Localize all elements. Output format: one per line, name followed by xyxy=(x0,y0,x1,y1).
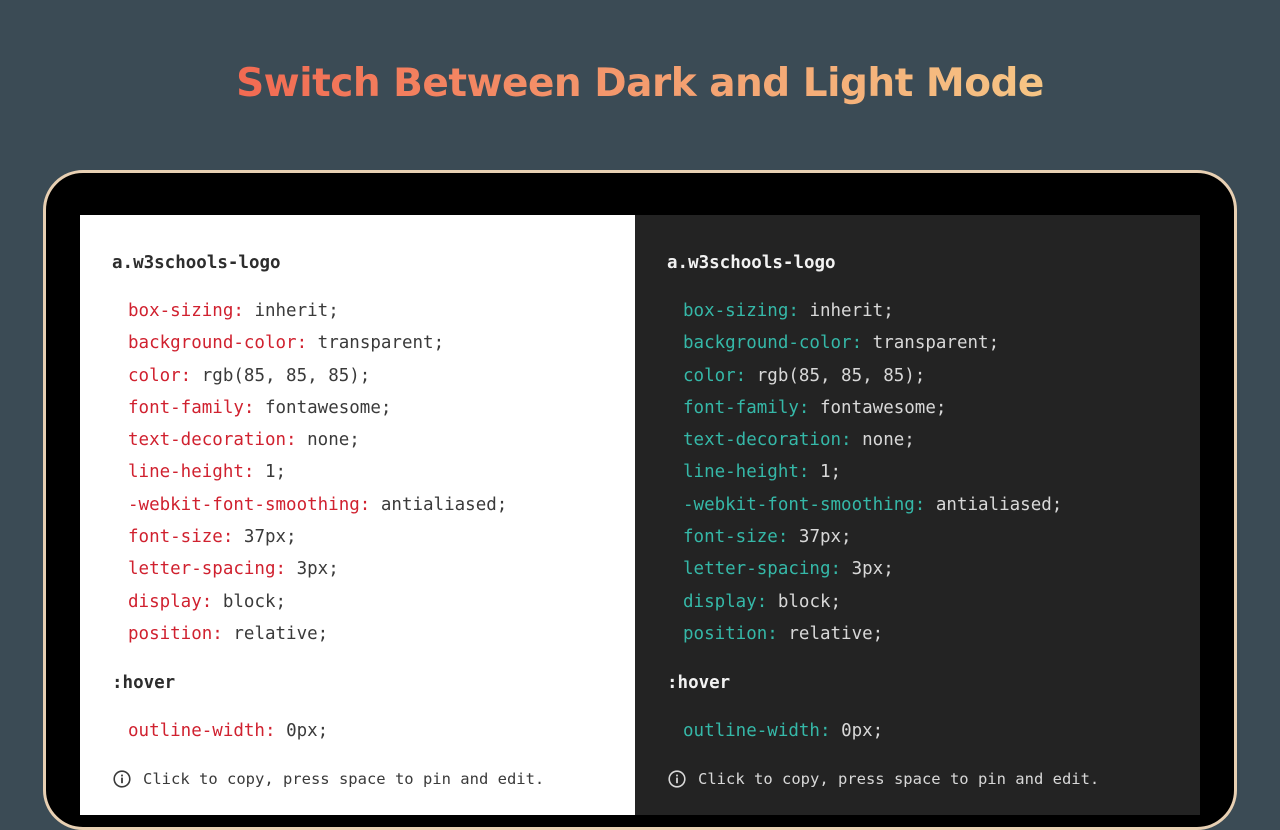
declaration-row[interactable]: line-height: 1; xyxy=(128,460,507,492)
info-circle-icon xyxy=(668,770,686,788)
property-name: background-color: xyxy=(683,333,863,354)
property-value: fontawesome; xyxy=(819,397,947,418)
property-value: rgb(85, 85, 85); xyxy=(201,365,371,386)
property-name: color: xyxy=(683,365,747,386)
property-value: inherit; xyxy=(809,301,894,321)
property-value: relative; xyxy=(233,623,329,644)
property-value: 1; xyxy=(264,462,287,483)
property-value: transparent; xyxy=(317,333,445,354)
declaration-row[interactable]: position: relative; xyxy=(128,622,507,654)
headline-text: Switch Between Dark and Light Mode xyxy=(236,61,1044,106)
property-name: text-decoration: xyxy=(683,430,852,451)
property-name: box-sizing: xyxy=(128,301,244,321)
property-value: transparent; xyxy=(872,333,1000,354)
property-name: font-size: xyxy=(128,527,234,548)
selector-title[interactable]: a.w3schools-logo xyxy=(112,251,281,275)
property-name: outline-width: xyxy=(128,721,276,741)
copy-hint-text: Click to copy, press space to pin and ed… xyxy=(698,770,1100,788)
property-name: letter-spacing: xyxy=(128,559,287,580)
declaration-list: box-sizing: inherit; background-color: t… xyxy=(683,299,1062,654)
dark-mode-panel: a.w3schools-logo box-sizing: inherit; ba… xyxy=(635,215,1200,815)
property-name: color: xyxy=(128,365,192,386)
property-value: antialiased; xyxy=(380,494,508,515)
property-name: letter-spacing: xyxy=(683,559,842,580)
declaration-row[interactable]: position: relative; xyxy=(683,622,1062,654)
declaration-row[interactable]: font-family: fontawesome; xyxy=(683,396,1062,428)
property-name: line-height: xyxy=(128,462,255,483)
hover-selector-title[interactable]: :hover xyxy=(667,671,730,695)
declaration-row[interactable]: text-decoration: none; xyxy=(128,428,507,460)
property-name: -webkit-font-smoothing: xyxy=(683,494,926,515)
property-value: 3px; xyxy=(296,559,339,580)
property-value: none; xyxy=(307,430,360,451)
declaration-row[interactable]: background-color: transparent; xyxy=(683,331,1062,363)
property-value: 37px; xyxy=(798,527,852,548)
property-name: position: xyxy=(683,623,778,644)
property-value: block; xyxy=(777,591,842,612)
property-value: 0px; xyxy=(286,721,329,741)
copy-hint-text: Click to copy, press space to pin and ed… xyxy=(143,770,545,788)
property-name: background-color: xyxy=(128,333,308,354)
selector-title[interactable]: a.w3schools-logo xyxy=(667,251,836,275)
hover-declaration-list: outline-width: 0px; xyxy=(128,719,328,743)
property-value: 1; xyxy=(819,462,842,483)
property-name: -webkit-font-smoothing: xyxy=(128,494,371,515)
declaration-row[interactable]: box-sizing: inherit; xyxy=(128,299,507,331)
property-value: 37px; xyxy=(243,527,297,548)
copy-hint: Click to copy, press space to pin and ed… xyxy=(668,768,1099,790)
declaration-row[interactable]: font-family: fontawesome; xyxy=(128,396,507,428)
property-value: rgb(85, 85, 85); xyxy=(756,365,926,386)
property-value: inherit; xyxy=(254,301,339,321)
property-value: relative; xyxy=(788,623,884,644)
hover-selector-title[interactable]: :hover xyxy=(112,671,175,695)
declaration-row[interactable]: letter-spacing: 3px; xyxy=(128,557,507,589)
declaration-row[interactable]: color: rgb(85, 85, 85); xyxy=(128,364,507,396)
declaration-row[interactable]: outline-width: 0px; xyxy=(128,719,328,743)
declaration-list: box-sizing: inherit; background-color: t… xyxy=(128,299,507,654)
property-name: font-family: xyxy=(128,397,255,418)
property-name: font-family: xyxy=(683,397,810,418)
property-name: font-size: xyxy=(683,527,789,548)
declaration-row[interactable]: display: block; xyxy=(683,590,1062,622)
declaration-row[interactable]: font-size: 37px; xyxy=(128,525,507,557)
property-value: 3px; xyxy=(851,559,894,580)
declaration-row[interactable]: text-decoration: none; xyxy=(683,428,1062,460)
property-value: block; xyxy=(222,591,287,612)
declaration-row[interactable]: display: block; xyxy=(128,590,507,622)
light-mode-panel: a.w3schools-logo box-sizing: inherit; ba… xyxy=(80,215,635,815)
property-name: outline-width: xyxy=(683,721,831,741)
property-name: text-decoration: xyxy=(128,430,297,451)
property-value: 0px; xyxy=(841,721,884,741)
property-name: display: xyxy=(128,591,213,612)
declaration-row[interactable]: line-height: 1; xyxy=(683,460,1062,492)
declaration-row[interactable]: outline-width: 0px; xyxy=(683,719,883,743)
declaration-row[interactable]: box-sizing: inherit; xyxy=(683,299,1062,331)
info-circle-icon xyxy=(113,770,131,788)
declaration-row[interactable]: -webkit-font-smoothing: antialiased; xyxy=(128,493,507,525)
copy-hint: Click to copy, press space to pin and ed… xyxy=(113,768,544,790)
property-name: line-height: xyxy=(683,462,810,483)
property-name: position: xyxy=(128,623,223,644)
declaration-row[interactable]: color: rgb(85, 85, 85); xyxy=(683,364,1062,396)
property-name: box-sizing: xyxy=(683,301,799,321)
declaration-row[interactable]: -webkit-font-smoothing: antialiased; xyxy=(683,493,1062,525)
property-value: fontawesome; xyxy=(264,397,392,418)
laptop-screen: a.w3schools-logo box-sizing: inherit; ba… xyxy=(80,215,1200,815)
property-name: display: xyxy=(683,591,768,612)
property-value: none; xyxy=(862,430,915,451)
property-value: antialiased; xyxy=(935,494,1063,515)
declaration-row[interactable]: font-size: 37px; xyxy=(683,525,1062,557)
hover-declaration-list: outline-width: 0px; xyxy=(683,719,883,743)
headline: Switch Between Dark and Light Mode xyxy=(0,54,1280,114)
declaration-row[interactable]: letter-spacing: 3px; xyxy=(683,557,1062,589)
declaration-row[interactable]: background-color: transparent; xyxy=(128,331,507,363)
